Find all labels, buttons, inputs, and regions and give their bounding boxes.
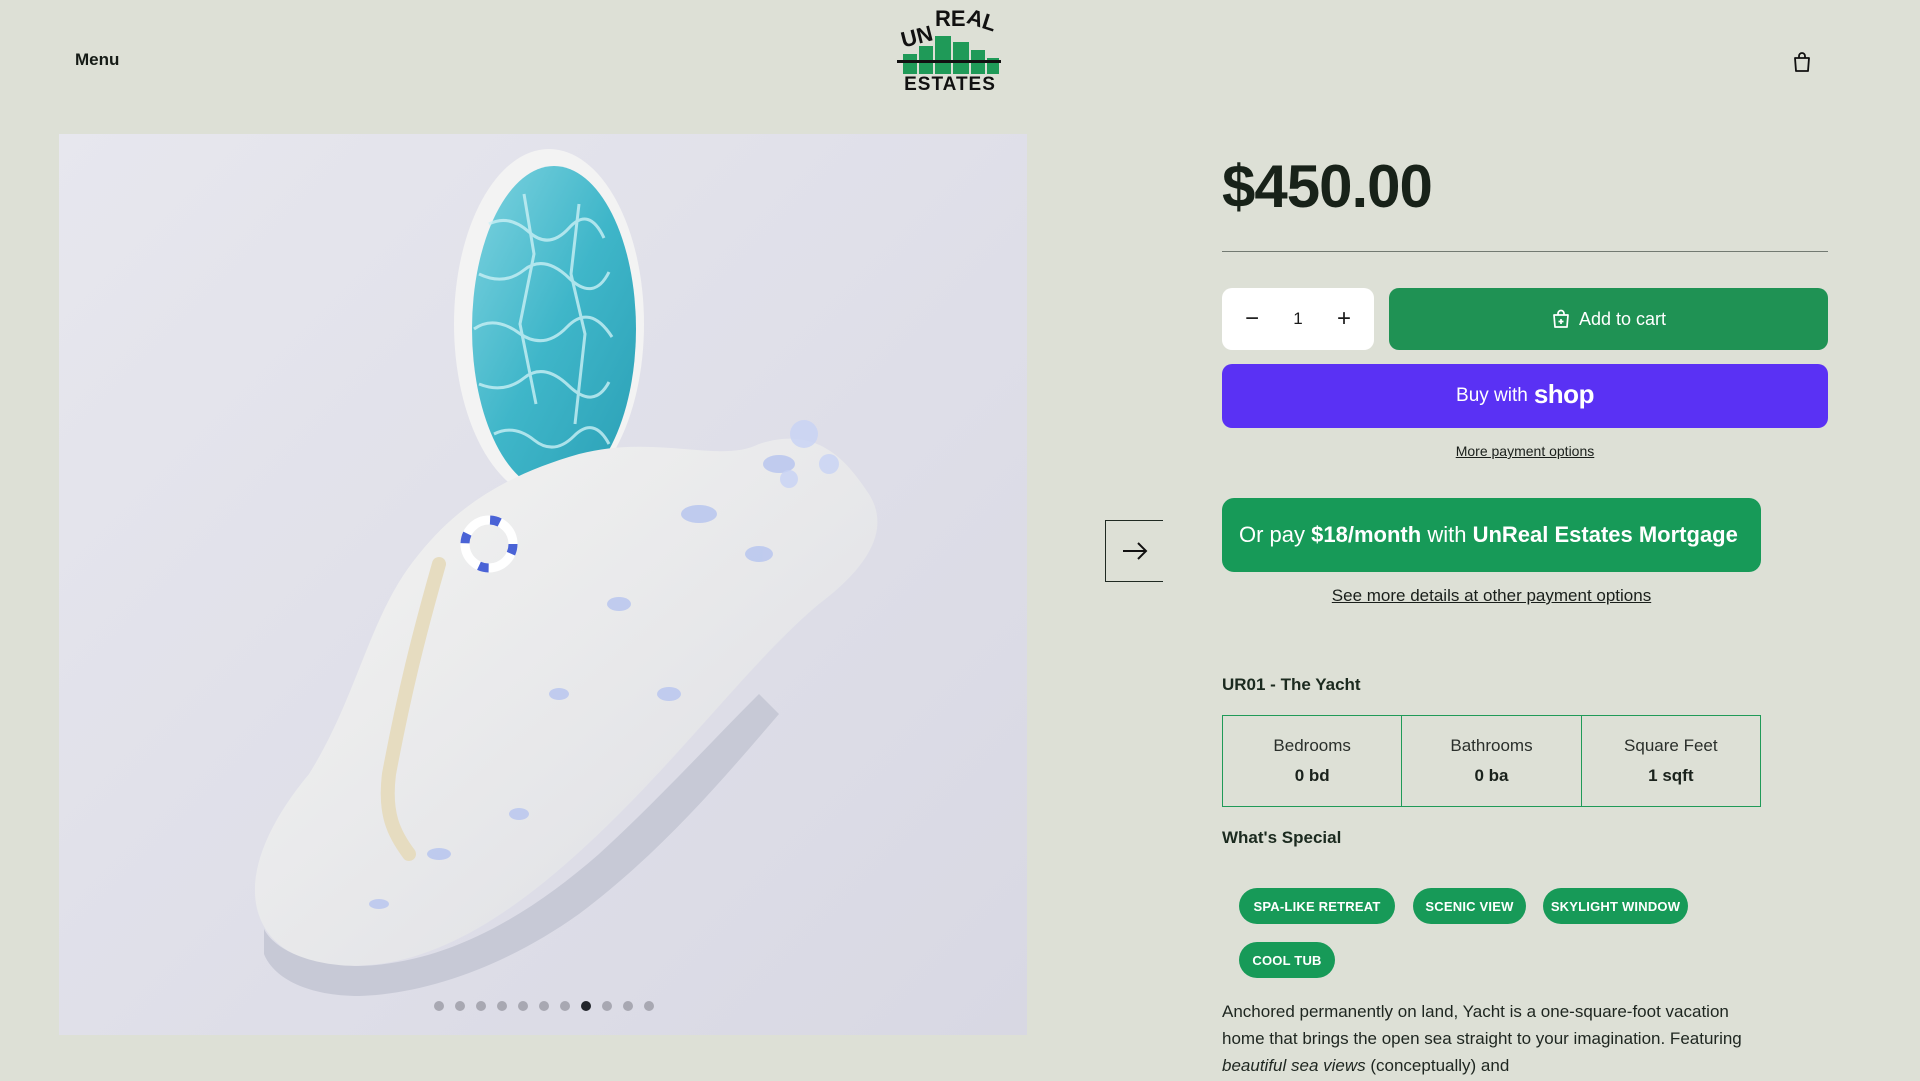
gallery-dot[interactable] <box>454 1001 465 1011</box>
product-price: $450.00 <box>1222 153 1433 220</box>
shop-logo: shop <box>1533 378 1595 409</box>
whats-special-heading: What's Special <box>1222 828 1342 847</box>
gallery-dot-active[interactable] <box>580 1001 591 1011</box>
property-title: UR01 - The Yacht <box>1222 675 1361 694</box>
sneaker-house-illustration <box>254 149 878 996</box>
gallery-dot[interactable] <box>559 1001 570 1011</box>
cart-add-icon <box>1553 309 1569 328</box>
quantity-stepper: − + <box>1222 288 1374 350</box>
gallery-dot[interactable] <box>475 1001 486 1011</box>
gallery-dot[interactable] <box>517 1001 528 1011</box>
mortgage-brand: UnReal Estates Mortgage <box>1472 522 1738 547</box>
description-emphasis: beautiful sea views <box>1222 1056 1366 1075</box>
logo-word-re: RE <box>935 6 966 31</box>
mortgage-amount: $18/month <box>1311 522 1422 547</box>
logo-word-al: AL <box>964 6 1000 36</box>
gallery-dot[interactable] <box>496 1001 507 1011</box>
buy-with-shop-button[interactable]: Buy with shop <box>1222 364 1828 428</box>
gallery-dot[interactable] <box>601 1001 612 1011</box>
mortgage-button[interactable]: Or pay $18/month with UnReal Estates Mor… <box>1222 498 1761 572</box>
shopping-bag-icon[interactable] <box>1790 50 1814 74</box>
spec-value: 0 ba <box>1474 766 1509 785</box>
spec-square-feet: Square Feet 1 sqft <box>1582 716 1760 806</box>
spec-bathrooms: Bathrooms 0 ba <box>1402 716 1582 806</box>
mortgage-prefix: Or pay <box>1239 522 1306 547</box>
property-description: Anchored permanently on land, Yacht is a… <box>1222 998 1742 1079</box>
divider <box>1222 251 1828 252</box>
description-text-continued: (conceptually) and <box>1365 1056 1510 1075</box>
see-more-payment-details-link[interactable]: See more details at other payment option… <box>1222 586 1761 606</box>
gallery-pagination <box>59 1001 1027 1011</box>
buy-with-label: Buy with <box>1456 385 1528 406</box>
add-to-cart-button[interactable]: Add to cart <box>1389 288 1828 350</box>
gallery-dot[interactable] <box>538 1001 549 1011</box>
property-specs-table: Bedrooms 0 bd Bathrooms 0 ba Square Feet… <box>1222 715 1761 807</box>
gallery-dot[interactable] <box>622 1001 633 1011</box>
spec-label: Bathrooms <box>1450 736 1533 755</box>
product-image[interactable] <box>59 134 1027 1035</box>
unreal-estates-logo[interactable]: UN RE AL ESTATES <box>895 4 1005 95</box>
decrease-quantity-button[interactable]: − <box>1240 307 1264 331</box>
add-to-cart-label: Add to cart <box>1578 308 1667 329</box>
mortgage-mid: with <box>1427 522 1467 547</box>
tag-cool-tub: COOL TUB <box>1239 942 1335 978</box>
spec-value: 1 sqft <box>1648 766 1694 785</box>
increase-quantity-button[interactable]: + <box>1332 307 1356 331</box>
menu-button[interactable]: Menu <box>75 50 119 70</box>
logo-word-estates: ESTATES <box>904 74 996 92</box>
site-header: Menu UN RE AL ESTATES <box>0 0 1920 120</box>
quantity-input[interactable] <box>1276 308 1320 330</box>
gallery-dot[interactable] <box>433 1001 444 1011</box>
description-text: Anchored permanently on land, Yacht is a… <box>1222 1002 1742 1048</box>
spec-label: Square Feet <box>1624 736 1718 755</box>
spec-bedrooms: Bedrooms 0 bd <box>1223 716 1403 806</box>
tag-spa-like-retreat: SPA-LIKE RETREAT <box>1239 888 1395 924</box>
spec-label: Bedrooms <box>1273 736 1351 755</box>
gallery-dot[interactable] <box>643 1001 654 1011</box>
arrow-right-icon <box>1122 542 1147 560</box>
next-image-button[interactable] <box>1105 520 1163 582</box>
tag-skylight-window: SKYLIGHT WINDOW <box>1543 888 1688 924</box>
tag-scenic-view: SCENIC VIEW <box>1413 888 1526 924</box>
spec-value: 0 bd <box>1294 766 1330 785</box>
more-payment-options-link[interactable]: More payment options <box>1222 443 1828 459</box>
